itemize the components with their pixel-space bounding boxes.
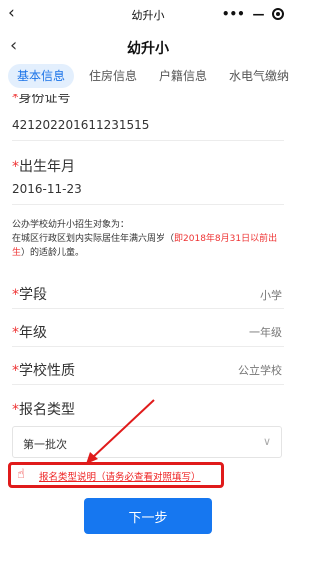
more-icon[interactable]: •••: [222, 7, 245, 21]
page-title: 幼升小: [127, 41, 169, 57]
id-value: 421202201611231515: [12, 118, 150, 132]
tab-household-info[interactable]: 户籍信息: [152, 64, 214, 88]
highlight-box: ☝ 报名类型说明（请务必查看对照填写）: [8, 462, 224, 488]
tab-basic-info[interactable]: 基本信息: [8, 64, 74, 88]
hand-pointer-icon: ☝: [17, 467, 25, 482]
reg-type-select[interactable]: 第一批次 ∨: [12, 426, 282, 458]
reg-type-label: *报名类型: [12, 402, 75, 418]
system-bar: ‹ 幼升小 ••• —: [0, 0, 296, 28]
miniprogram-capsule: ••• —: [218, 5, 288, 23]
reg-type-explain-link[interactable]: 报名类型说明（请务必查看对照填写）: [39, 469, 201, 483]
divider: [12, 140, 284, 141]
page-header: ‹ 幼升小: [0, 33, 296, 61]
reg-type-value: 第一批次: [23, 438, 67, 451]
school-type-label: *学校性质: [12, 363, 75, 379]
grade-label: *年级: [12, 325, 47, 341]
divider: [12, 204, 284, 205]
tab-housing-info[interactable]: 住房信息: [82, 64, 144, 88]
birth-label: *出生年月: [12, 159, 75, 175]
next-button[interactable]: 下一步: [84, 498, 212, 534]
notice-line: 在城区行政区划内实际居住年满六周岁（即2018年8月31日以前出生）的适龄儿童。: [12, 234, 278, 258]
stage-label: *学段: [12, 287, 47, 303]
divider: [12, 346, 284, 347]
divider: [12, 308, 284, 309]
divider: [12, 384, 284, 385]
tab-utilities[interactable]: 水电气缴纳: [222, 64, 296, 88]
id-label: *身份证号: [12, 94, 71, 104]
close-target-icon[interactable]: [272, 8, 285, 20]
birth-value: 2016-11-23: [12, 182, 82, 196]
tab-bar: 基本信息 住房信息 户籍信息 水电气缴纳: [0, 64, 296, 90]
stage-value[interactable]: 小学: [260, 287, 282, 303]
notice-line: 公办学校幼升小招生对象为：: [12, 220, 130, 230]
grade-value[interactable]: 一年级: [249, 324, 282, 340]
chevron-down-icon: ∨: [262, 435, 271, 448]
minimize-icon[interactable]: —: [253, 7, 265, 21]
enrollment-notice: 公办学校幼升小招生对象为： 在城区行政区划内实际居住年满六周岁（即2018年8月…: [12, 218, 284, 260]
school-type-value[interactable]: 公立学校: [238, 362, 282, 378]
